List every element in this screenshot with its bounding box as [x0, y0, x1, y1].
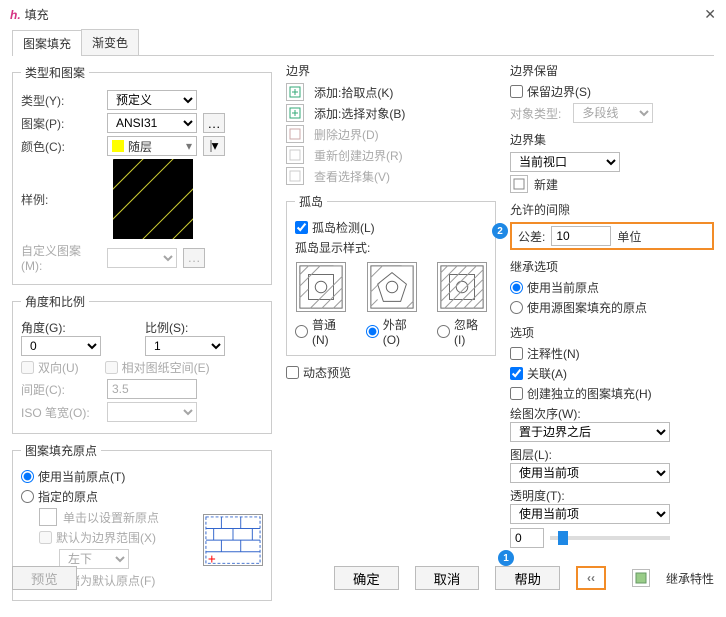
scale-label: 比例(S): — [145, 319, 263, 336]
iso-label: ISO 笔宽(O): — [21, 404, 101, 421]
type-select[interactable]: 预定义 — [107, 90, 197, 110]
viewsel-label: 查看选择集(V) — [314, 168, 390, 185]
options-title: 选项 — [510, 324, 714, 341]
island-ignore-thumb[interactable] — [437, 262, 487, 312]
ok-button[interactable]: 确定 — [334, 566, 399, 590]
double-check: 双向(U) — [21, 359, 79, 376]
inherit-source-radio[interactable]: 使用源图案填充的原点 — [510, 299, 647, 316]
new-bset-label[interactable]: 新建 — [534, 176, 558, 193]
preview-button: 预览 — [12, 566, 77, 590]
tol-title: 允许的间隙 — [510, 201, 714, 218]
transp-label: 透明度(T): — [510, 487, 714, 504]
island-style-label: 孤岛显示样式: — [295, 239, 487, 256]
type-label: 类型(Y): — [21, 92, 101, 109]
transp-select[interactable]: 使用当前项 — [510, 504, 670, 524]
retain-check[interactable]: 保留边界(S) — [510, 83, 591, 100]
layer-select[interactable]: 使用当前项 — [510, 463, 670, 483]
origin-thumb: + — [203, 514, 263, 566]
bgcolor-button[interactable]: ▾ — [203, 136, 225, 156]
dynamic-preview-check[interactable]: 动态预览 — [286, 364, 351, 381]
pick-origin-icon — [39, 508, 57, 526]
tol-label: 公差: — [518, 228, 545, 245]
tol-unit: 单位 — [617, 228, 641, 245]
tab-hatch[interactable]: 图案填充 — [12, 30, 82, 56]
app-logo: h. — [10, 8, 21, 22]
inherit-props-label[interactable]: 继承特性 — [666, 570, 714, 587]
draworder-select[interactable]: 置于边界之后 — [510, 422, 670, 442]
viewsel-icon — [286, 167, 304, 185]
new-bset-icon[interactable] — [510, 175, 528, 193]
color-label: 颜色(C): — [21, 138, 101, 155]
step-badge-1: 1 — [498, 550, 514, 566]
recreate-icon — [286, 146, 304, 164]
pattern-preview[interactable] — [113, 159, 193, 239]
island-outer-thumb[interactable] — [367, 262, 417, 312]
inherit-current-radio[interactable]: 使用当前原点 — [510, 279, 599, 296]
angle-legend: 角度和比例 — [21, 293, 89, 310]
assoc-check[interactable]: 关联(A) — [510, 365, 567, 382]
close-icon[interactable]: ✕ — [704, 6, 716, 23]
island-ignore-radio[interactable]: 忽略(I) — [437, 316, 487, 347]
window-title: 填充 — [25, 6, 705, 23]
origin-legend: 图案填充原点 — [21, 442, 101, 459]
independent-check[interactable]: 创建独立的图案填充(H) — [510, 385, 652, 402]
collapse-button[interactable]: ‹‹ — [576, 566, 606, 590]
inherit-props-icon[interactable] — [632, 569, 650, 587]
spacing-input — [107, 379, 197, 399]
boundary-title: 边界 — [286, 62, 496, 79]
bset-select[interactable]: 当前视口 — [510, 152, 620, 172]
sample-label: 样例: — [21, 191, 101, 208]
remove-label: 删除边界(D) — [314, 126, 379, 143]
add-pick-label[interactable]: 添加:拾取点(K) — [314, 84, 393, 101]
island-title: 孤岛 — [295, 193, 327, 210]
help-button[interactable]: 帮助 — [495, 566, 560, 590]
chevron-down-icon[interactable]: ▾ — [186, 139, 192, 153]
tolerance-highlight: 公差: 单位 — [510, 222, 714, 250]
spacing-label: 间距(C): — [21, 381, 101, 398]
recreate-label: 重新创建边界(R) — [314, 147, 403, 164]
annotative-check[interactable]: 注释性(N) — [510, 345, 580, 362]
add-select-icon[interactable] — [286, 104, 304, 122]
objtype-select: 多段线 — [573, 103, 653, 123]
bset-title: 边界集 — [510, 131, 714, 148]
add-select-label[interactable]: 添加:选择对象(B) — [314, 105, 405, 122]
island-outer-radio[interactable]: 外部(O) — [366, 316, 419, 347]
pattern-browse-button[interactable]: … — [203, 113, 225, 133]
custom-label: 自定义图案(M): — [21, 242, 101, 273]
add-pick-icon[interactable] — [286, 83, 304, 101]
tol-input[interactable] — [551, 226, 611, 246]
default-extent-check: 默认为边界范围(X) — [39, 529, 156, 546]
angle-label: 角度(G): — [21, 319, 139, 336]
custom-browse-button: … — [183, 248, 205, 268]
inherit-title: 继承选项 — [510, 258, 714, 275]
none-swatch-icon — [210, 140, 212, 152]
transp-value-input[interactable] — [510, 528, 544, 548]
draworder-label: 绘图次序(W): — [510, 405, 714, 422]
svg-text:+: + — [208, 551, 216, 565]
origin-current-radio[interactable]: 使用当前原点(T) — [21, 468, 125, 485]
color-value: 随层 — [128, 138, 152, 155]
type-legend: 类型和图案 — [21, 64, 89, 81]
layer-label: 图层(L): — [510, 446, 714, 463]
angle-select[interactable]: 0 — [21, 336, 101, 356]
island-detect-check[interactable]: 孤岛检测(L) — [295, 219, 375, 236]
tab-gradient[interactable]: 渐变色 — [81, 29, 139, 55]
paper-check: 相对图纸空间(E) — [105, 359, 210, 376]
retain-title: 边界保留 — [510, 62, 714, 79]
pattern-label: 图案(P): — [21, 115, 101, 132]
island-normal-radio[interactable]: 普通(N) — [295, 316, 348, 347]
island-normal-thumb[interactable] — [296, 262, 346, 312]
cancel-button[interactable]: 取消 — [415, 566, 480, 590]
remove-icon — [286, 125, 304, 143]
step-badge-2: 2 — [492, 223, 508, 239]
custom-select — [107, 248, 177, 268]
pattern-select[interactable]: ANSI31 — [107, 113, 197, 133]
iso-select — [107, 402, 197, 422]
origin-specify-radio[interactable]: 指定的原点 — [21, 488, 98, 505]
color-swatch-icon — [112, 140, 124, 152]
scale-select[interactable]: 1 — [145, 336, 225, 356]
objtype-label: 对象类型: — [510, 105, 561, 122]
click-set-label: 单击以设置新原点 — [63, 509, 159, 526]
transp-slider[interactable] — [550, 536, 670, 540]
